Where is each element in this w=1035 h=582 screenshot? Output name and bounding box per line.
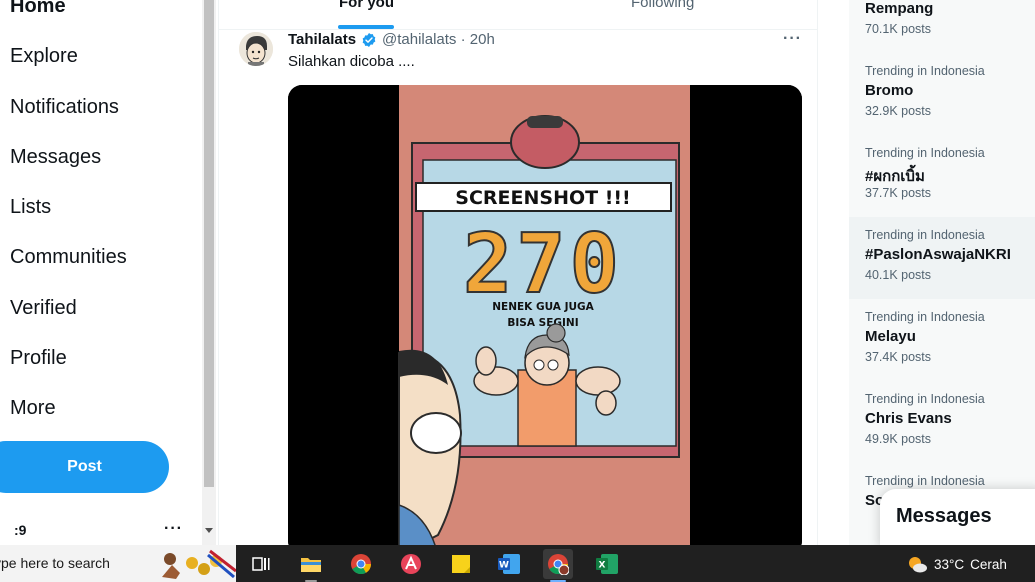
tweet-media-image[interactable]: SCREENSHOT !!! 270 NENEK GUA JUGA BISA S…	[288, 85, 802, 555]
nav-item-more[interactable]: More	[10, 397, 56, 420]
tab-for-you[interactable]: For you	[339, 0, 394, 11]
trend-item[interactable]: Trending in Indonesia #ผกกเบิ้ม 37.7K po…	[849, 145, 1035, 227]
nav-item-messages[interactable]: Messages	[10, 146, 101, 169]
trend-item-hovered[interactable]: Trending in Indonesia #PaslonAswajaNKRI …	[849, 217, 1035, 299]
trend-item[interactable]: Rempang 70.1K posts	[849, 0, 1035, 63]
excel-icon[interactable]: X	[592, 549, 622, 579]
tweet-author-name[interactable]: Tahilalats	[288, 31, 356, 48]
search-placeholder: ype here to search	[0, 555, 110, 571]
nav-item-communities[interactable]: Communities	[10, 246, 127, 269]
comic-illustration: SCREENSHOT !!! 270 NENEK GUA JUGA BISA S…	[288, 85, 802, 555]
comic-caption-line2: BISA SEGINI	[507, 317, 578, 329]
trend-name: #ผกกเบิ้ม	[865, 168, 925, 185]
chrome-profile-icon[interactable]	[543, 549, 573, 582]
trend-name: Melayu	[865, 328, 916, 345]
page: Home Explore Notifications Messages List…	[0, 0, 1035, 582]
nav-item-lists[interactable]: Lists	[10, 196, 51, 219]
messages-drawer[interactable]: Messages	[880, 489, 1035, 549]
trend-posts: 32.9K posts	[865, 104, 932, 118]
nav-item-home[interactable]: Home	[10, 0, 66, 18]
trend-item[interactable]: Trending in Indonesia Melayu 37.4K posts	[849, 309, 1035, 391]
tweet-more-icon[interactable]: ···	[783, 30, 802, 48]
trend-context: Trending in Indonesia	[865, 228, 985, 242]
scrollbar-thumb[interactable]	[204, 0, 214, 487]
author-avatar[interactable]	[239, 32, 273, 66]
sticky-notes-icon[interactable]	[446, 549, 476, 579]
comic-banner-text: SCREENSHOT !!!	[455, 187, 630, 209]
trends-panel: Rempang 70.1K posts Trending in Indonesi…	[849, 0, 1035, 545]
account-name[interactable]: :9	[14, 522, 26, 538]
chrome-icon[interactable]	[346, 549, 376, 579]
nav-item-notifications[interactable]: Notifications	[10, 96, 119, 119]
messages-drawer-title: Messages	[896, 505, 992, 527]
comic-score-number: 270	[463, 217, 623, 312]
weather-widget[interactable]: 33°C Cerah	[906, 552, 1007, 576]
partly-sunny-icon	[909, 557, 927, 573]
trend-context: Trending in Indonesia	[865, 310, 985, 324]
weather-condition: Cerah	[970, 556, 1007, 572]
weather-temp: 33°C	[934, 556, 965, 572]
timeline-tabs: For you Following	[219, 0, 817, 30]
svg-text:X: X	[599, 561, 606, 571]
scroll-down-arrow-icon[interactable]	[205, 528, 213, 533]
timeline: For you Following Tahilalats @tahilalats…	[218, 0, 818, 555]
trend-context: Trending in Indonesia	[865, 474, 985, 488]
trend-item[interactable]: Trending in Indonesia Chris Evans 49.9K …	[849, 391, 1035, 473]
word-icon[interactable]: W	[494, 549, 524, 579]
trend-posts: 37.4K posts	[865, 350, 932, 364]
trend-posts: 49.9K posts	[865, 432, 932, 446]
tweet-text: Silahkan dicoba ....	[288, 53, 415, 70]
tweet-handle-time[interactable]: @tahilalats · 20h	[382, 31, 495, 48]
trend-posts: 40.1K posts	[865, 268, 932, 282]
trend-name: #PaslonAswajaNKRI	[865, 246, 1011, 263]
comic-caption-line1: NENEK GUA JUGA	[492, 301, 594, 313]
verified-badge-icon	[362, 33, 376, 47]
nav-item-verified[interactable]: Verified	[10, 297, 77, 320]
trend-posts: 37.7K posts	[865, 186, 932, 200]
tab-following[interactable]: Following	[631, 0, 694, 11]
post-button[interactable]: Post	[0, 441, 169, 493]
svg-text:W: W	[499, 561, 509, 571]
todo-app-icon[interactable]	[396, 549, 426, 579]
left-scrollbar[interactable]	[202, 0, 216, 545]
task-view-icon[interactable]	[246, 549, 276, 579]
taskbar-search-input[interactable]: ype here to search	[0, 545, 236, 582]
left-navigation: Home Explore Notifications Messages List…	[0, 0, 200, 545]
search-highlight-illustration	[162, 549, 236, 579]
account-more-icon[interactable]: ···	[164, 520, 183, 538]
post-button-label: Post	[67, 458, 102, 475]
file-explorer-icon[interactable]	[296, 549, 326, 582]
trend-name: Rempang	[865, 0, 934, 17]
nav-item-profile[interactable]: Profile	[10, 347, 67, 370]
trend-context: Trending in Indonesia	[865, 146, 985, 160]
trend-name: Chris Evans	[865, 410, 952, 427]
trend-name: Bromo	[865, 82, 914, 99]
active-tab-indicator	[338, 25, 394, 29]
trend-item[interactable]: Trending in Indonesia Bromo 32.9K posts	[849, 63, 1035, 145]
trend-context: Trending in Indonesia	[865, 392, 985, 406]
windows-taskbar: ype here to search W X 33°C Cerah	[0, 545, 1035, 582]
nav-item-explore[interactable]: Explore	[10, 45, 78, 68]
avatar-face-icon	[239, 32, 273, 66]
trend-posts: 70.1K posts	[865, 22, 932, 36]
trend-context: Trending in Indonesia	[865, 64, 985, 78]
